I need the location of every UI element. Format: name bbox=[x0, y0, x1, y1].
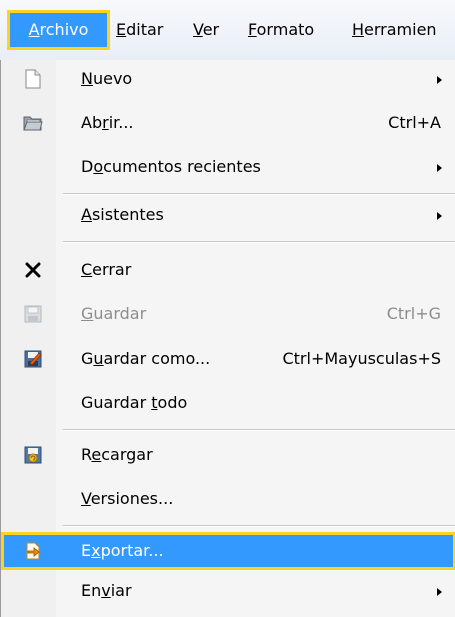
menu-herramientas[interactable]: Herramien bbox=[348, 12, 441, 48]
menu-item-label: Guardar como... bbox=[81, 349, 211, 368]
new-document-icon bbox=[23, 69, 43, 89]
menu-item-label: Guardar bbox=[81, 304, 147, 323]
submenu-arrow-icon bbox=[437, 212, 442, 220]
menu-separator bbox=[63, 193, 455, 195]
menu-item-label: Abrir... bbox=[81, 113, 134, 132]
menu-separator bbox=[63, 429, 455, 431]
open-folder-icon bbox=[23, 113, 43, 133]
menu-archivo[interactable]: Archivo bbox=[7, 10, 110, 50]
save-disk-icon bbox=[23, 304, 43, 324]
menu-ver[interactable]: Ver bbox=[189, 12, 223, 48]
submenu-arrow-icon bbox=[437, 76, 442, 84]
menu-item-label: Cerrar bbox=[81, 260, 132, 279]
menu-item-recargar[interactable]: Recargar bbox=[1, 436, 455, 474]
menu-item-cerrar[interactable]: Cerrar bbox=[1, 251, 455, 289]
menu-separator bbox=[63, 525, 455, 527]
menu-formato[interactable]: Formato bbox=[244, 12, 318, 48]
menu-item-asistentes[interactable]: Asistentes bbox=[1, 196, 455, 234]
archivo-dropdown-menu: Nuevo Abrir... Ctrl+A Documentos recient… bbox=[0, 60, 455, 617]
submenu-arrow-icon bbox=[437, 588, 442, 596]
menu-item-label: Exportar... bbox=[81, 541, 164, 560]
shortcut-label: Ctrl+A bbox=[388, 113, 441, 132]
menu-item-label: Versiones... bbox=[81, 489, 174, 508]
menu-item-guardar[interactable]: Guardar Ctrl+G bbox=[1, 295, 455, 333]
save-as-icon bbox=[23, 349, 43, 369]
menu-item-label: Enviar bbox=[81, 581, 132, 600]
submenu-arrow-icon bbox=[437, 164, 442, 172]
shortcut-label: Ctrl+Mayusculas+S bbox=[282, 349, 441, 368]
menu-bar: Archivo Editar Ver Formato Herramien bbox=[0, 0, 455, 60]
menu-item-documentos-recientes[interactable]: Documentos recientes bbox=[1, 148, 455, 186]
menu-separator bbox=[63, 241, 455, 243]
close-x-icon bbox=[23, 260, 43, 280]
menu-item-nuevo[interactable]: Nuevo bbox=[1, 60, 455, 98]
menu-item-enviar[interactable]: Enviar bbox=[1, 572, 455, 610]
menu-item-label: Documentos recientes bbox=[81, 157, 261, 176]
menu-item-label: Recargar bbox=[81, 445, 153, 464]
menu-item-guardar-como[interactable]: Guardar como... Ctrl+Mayusculas+S bbox=[1, 340, 455, 378]
menu-item-guardar-todo[interactable]: Guardar todo bbox=[1, 384, 455, 422]
menu-item-label: Nuevo bbox=[81, 69, 133, 88]
menu-item-exportar[interactable]: Exportar... bbox=[1, 532, 455, 570]
menu-editar[interactable]: Editar bbox=[112, 12, 167, 48]
menu-item-versiones[interactable]: Versiones... bbox=[1, 480, 455, 518]
menu-item-abrir[interactable]: Abrir... Ctrl+A bbox=[1, 104, 455, 142]
menu-item-label: Asistentes bbox=[81, 205, 164, 224]
menu-item-label: Guardar todo bbox=[81, 393, 188, 412]
shortcut-label: Ctrl+G bbox=[386, 304, 441, 323]
reload-icon bbox=[23, 445, 43, 465]
export-icon bbox=[23, 541, 43, 561]
